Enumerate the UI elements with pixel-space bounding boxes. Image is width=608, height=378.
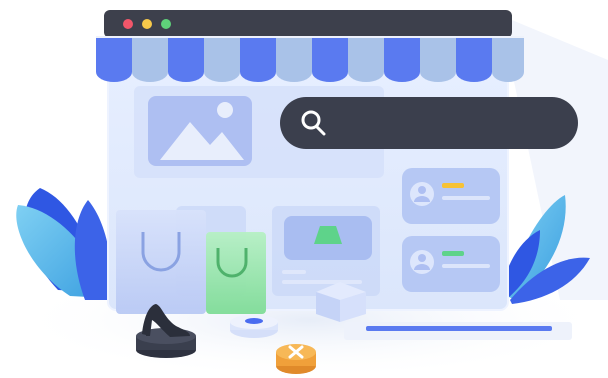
image-placeholder-icon xyxy=(148,96,252,166)
card-1-accent xyxy=(442,183,464,188)
clothing-product-panel[interactable] xyxy=(272,206,380,296)
shopping-bag-icon xyxy=(206,232,266,314)
product-card-2[interactable] xyxy=(402,236,500,292)
shopping-bag-icon xyxy=(116,210,206,314)
card-2-accent xyxy=(442,251,464,256)
round-button-puck xyxy=(230,315,278,338)
window-maximize-dot[interactable] xyxy=(161,19,171,29)
product-badge-icon xyxy=(276,344,316,374)
search-bar[interactable] xyxy=(280,97,578,149)
store-illustration-svg xyxy=(10,10,608,378)
store-awning xyxy=(96,36,524,82)
counter-accent-line xyxy=(366,326,552,331)
online-store-illustration xyxy=(0,0,608,378)
left-plant-leaves xyxy=(16,188,112,300)
window-minimize-dot[interactable] xyxy=(142,19,152,29)
window-close-dot[interactable] xyxy=(123,19,133,29)
product-card-1[interactable] xyxy=(402,168,500,224)
